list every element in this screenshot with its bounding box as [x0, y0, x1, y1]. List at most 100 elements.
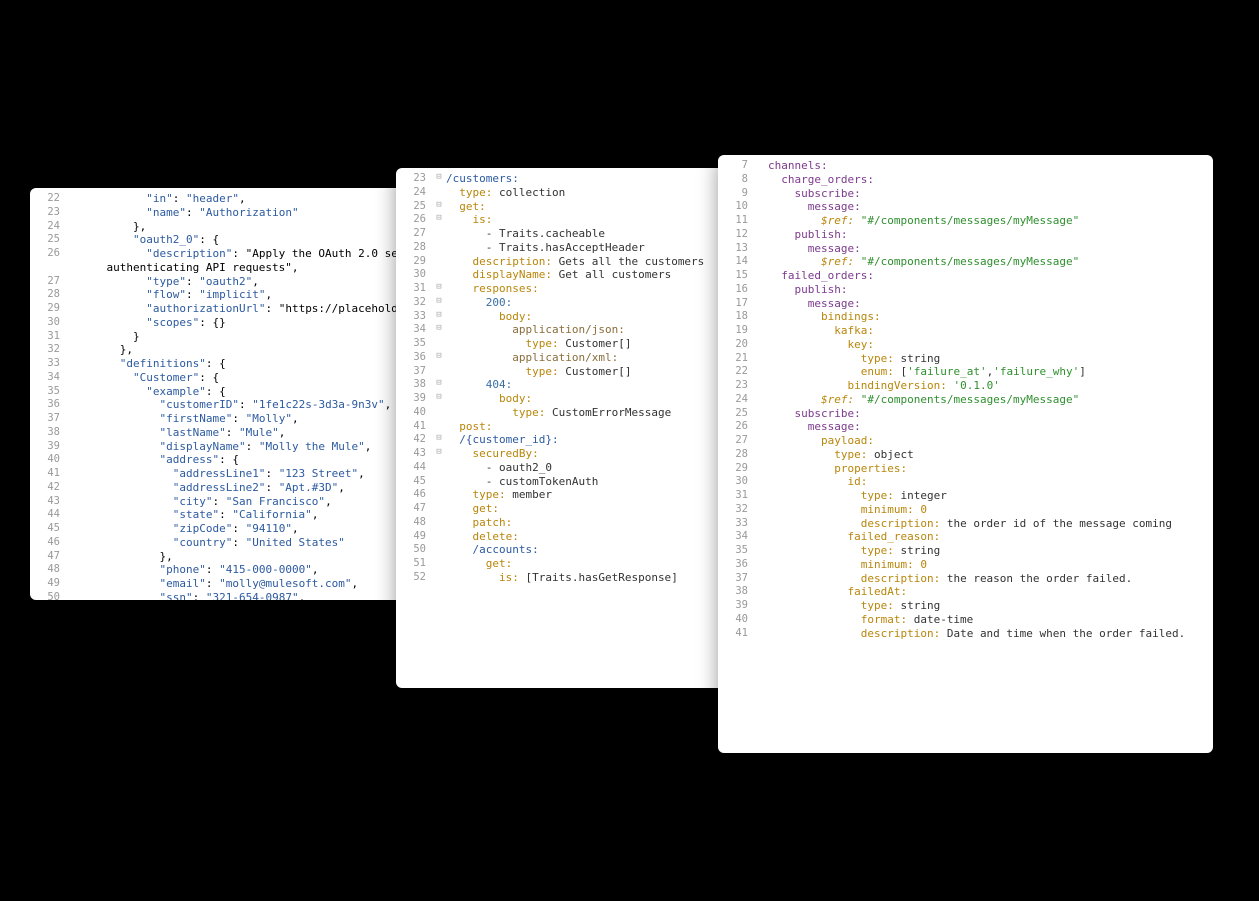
- code-line[interactable]: 49 delete:: [396, 530, 726, 544]
- code-block[interactable]: 23⊟/customers:24 type: collection25⊟ get…: [396, 168, 726, 589]
- line-number[interactable]: 34: [396, 323, 432, 337]
- line-number[interactable]: 18: [718, 310, 754, 324]
- code-line[interactable]: 36⊟ application/xml:: [396, 351, 726, 365]
- fold-gutter[interactable]: [66, 563, 80, 577]
- code-line[interactable]: 26 "description": "Apply the OAuth 2.0 s…: [30, 247, 410, 261]
- line-number[interactable]: 37: [30, 412, 66, 426]
- line-number[interactable]: 44: [396, 461, 432, 475]
- line-number[interactable]: 33: [718, 517, 754, 531]
- fold-toggle[interactable]: ⊟: [432, 392, 446, 406]
- line-number[interactable]: 23: [396, 172, 432, 186]
- line-number[interactable]: 20: [718, 338, 754, 352]
- line-number[interactable]: 12: [718, 228, 754, 242]
- line-number[interactable]: 26: [396, 213, 432, 227]
- fold-toggle[interactable]: ⊟: [432, 213, 446, 227]
- line-number[interactable]: 11: [718, 214, 754, 228]
- line-number[interactable]: 30: [30, 316, 66, 330]
- line-number[interactable]: 25: [718, 407, 754, 421]
- line-number[interactable]: 24: [718, 393, 754, 407]
- line-number[interactable]: 38: [396, 378, 432, 392]
- fold-gutter[interactable]: [66, 192, 80, 206]
- code-line[interactable]: 41 "addressLine1": "123 Street",: [30, 467, 410, 481]
- line-number[interactable]: 29: [396, 255, 432, 269]
- line-number[interactable]: 29: [718, 462, 754, 476]
- fold-toggle[interactable]: ⊟: [432, 433, 446, 447]
- fold-gutter[interactable]: [66, 440, 80, 454]
- line-number[interactable]: 42: [30, 481, 66, 495]
- line-number[interactable]: 31: [718, 489, 754, 503]
- code-line[interactable]: 23 "name": "Authorization": [30, 206, 410, 220]
- fold-gutter[interactable]: [66, 495, 80, 509]
- code-line[interactable]: 37 description: the reason the order fai…: [718, 572, 1213, 586]
- line-number[interactable]: 15: [718, 269, 754, 283]
- code-line[interactable]: 22 "in": "header",: [30, 192, 410, 206]
- line-number[interactable]: 32: [396, 296, 432, 310]
- line-number[interactable]: 14: [718, 255, 754, 269]
- code-line[interactable]: 43⊟ securedBy:: [396, 447, 726, 461]
- code-line[interactable]: 12 publish:: [718, 228, 1213, 242]
- line-number[interactable]: 43: [30, 495, 66, 509]
- fold-gutter[interactable]: [66, 453, 80, 467]
- line-number[interactable]: 34: [30, 371, 66, 385]
- fold-gutter[interactable]: [66, 357, 80, 371]
- code-line[interactable]: 23 bindingVersion: '0.1.0': [718, 379, 1213, 393]
- code-line[interactable]: 32 minimum: 0: [718, 503, 1213, 517]
- line-number[interactable]: 36: [718, 558, 754, 572]
- line-number[interactable]: 32: [30, 343, 66, 357]
- line-number[interactable]: 35: [30, 385, 66, 399]
- line-number[interactable]: 28: [718, 448, 754, 462]
- code-line[interactable]: 28 - Traits.hasAcceptHeader: [396, 241, 726, 255]
- line-number[interactable]: 36: [396, 351, 432, 365]
- code-line[interactable]: 50 "ssn": "321-654-0987",: [30, 591, 410, 600]
- line-number[interactable]: 45: [396, 475, 432, 489]
- fold-gutter[interactable]: [66, 522, 80, 536]
- line-number[interactable]: 39: [718, 599, 754, 613]
- code-line[interactable]: 31 }: [30, 330, 410, 344]
- code-line[interactable]: 48 patch:: [396, 516, 726, 530]
- line-number[interactable]: 52: [396, 571, 432, 585]
- code-line[interactable]: 33 description: the order id of the mess…: [718, 517, 1213, 531]
- line-number[interactable]: 40: [396, 406, 432, 420]
- line-number[interactable]: 51: [396, 557, 432, 571]
- code-line[interactable]: 8 charge_orders:: [718, 173, 1213, 187]
- fold-toggle[interactable]: ⊟: [432, 172, 446, 186]
- code-line[interactable]: 50 /accounts:: [396, 543, 726, 557]
- code-line[interactable]: 34 "Customer": {: [30, 371, 410, 385]
- fold-gutter[interactable]: [66, 577, 80, 591]
- code-line[interactable]: 34 failed_reason:: [718, 530, 1213, 544]
- line-number[interactable]: 38: [718, 585, 754, 599]
- code-line[interactable]: 42 "addressLine2": "Apt.#3D",: [30, 481, 410, 495]
- fold-gutter[interactable]: [66, 206, 80, 220]
- line-number[interactable]: 17: [718, 297, 754, 311]
- code-line[interactable]: 38⊟ 404:: [396, 378, 726, 392]
- code-line[interactable]: 33⊟ body:: [396, 310, 726, 324]
- code-line[interactable]: 42⊟ /{customer_id}:: [396, 433, 726, 447]
- fold-gutter[interactable]: [66, 316, 80, 330]
- line-number[interactable]: 48: [396, 516, 432, 530]
- line-number[interactable]: 10: [718, 200, 754, 214]
- code-line[interactable]: 45 "zipCode": "94110",: [30, 522, 410, 536]
- fold-gutter[interactable]: [66, 550, 80, 564]
- code-line[interactable]: 30 id:: [718, 475, 1213, 489]
- fold-gutter[interactable]: [66, 330, 80, 344]
- line-number[interactable]: 26: [718, 420, 754, 434]
- code-line[interactable]: 31⊟ responses:: [396, 282, 726, 296]
- code-line[interactable]: 39 type: string: [718, 599, 1213, 613]
- fold-gutter[interactable]: [66, 220, 80, 234]
- line-number[interactable]: 38: [30, 426, 66, 440]
- line-number[interactable]: 45: [30, 522, 66, 536]
- fold-toggle[interactable]: ⊟: [432, 200, 446, 214]
- code-line[interactable]: authenticating API requests",: [30, 261, 410, 275]
- line-number[interactable]: 27: [30, 275, 66, 289]
- code-line[interactable]: 20 key:: [718, 338, 1213, 352]
- fold-gutter[interactable]: [66, 398, 80, 412]
- line-number[interactable]: 7: [718, 159, 754, 173]
- line-number[interactable]: 24: [30, 220, 66, 234]
- line-number[interactable]: 27: [718, 434, 754, 448]
- code-line[interactable]: 35 type: string: [718, 544, 1213, 558]
- line-number[interactable]: 31: [30, 330, 66, 344]
- fold-gutter[interactable]: [66, 371, 80, 385]
- fold-toggle[interactable]: ⊟: [432, 282, 446, 296]
- code-line[interactable]: 24 $ref: "#/components/messages/myMessag…: [718, 393, 1213, 407]
- code-line[interactable]: 30 "scopes": {}: [30, 316, 410, 330]
